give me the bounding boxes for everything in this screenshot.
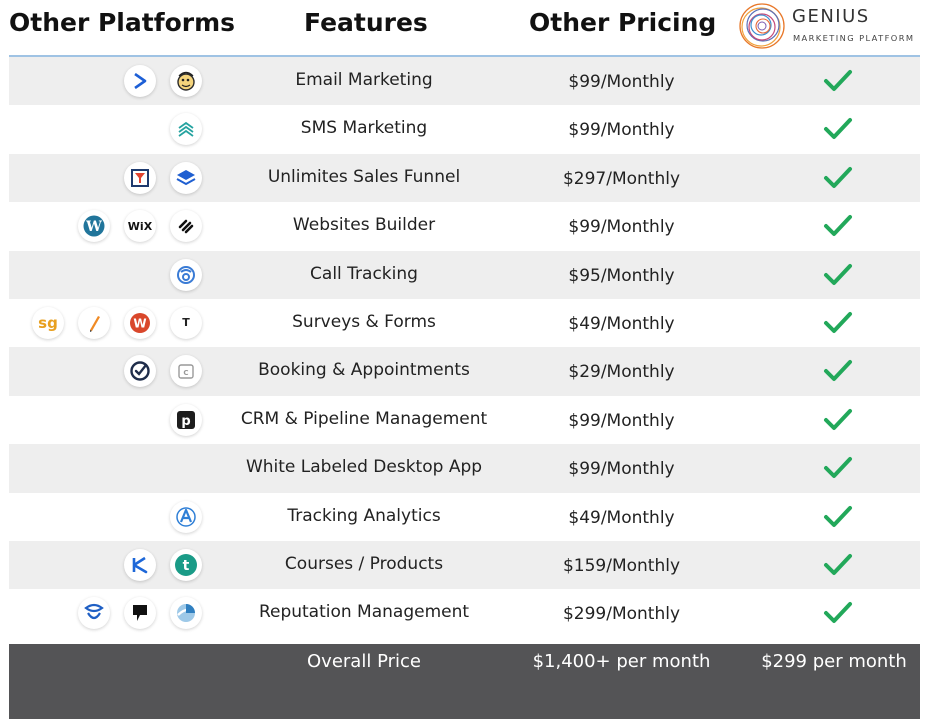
svg-text:W: W [133,316,146,330]
check-icon [824,263,852,285]
calltracking-icon [170,258,202,291]
calendly-icon: C [170,355,202,388]
table-row: W WiX Websites Builder $99/Monthly [9,202,920,250]
platform-icons: t [124,548,202,581]
teachable-icon: t [170,548,202,581]
wufoo-icon: W [124,306,156,339]
other-price: $99/Monthly [568,217,675,238]
other-total-price: $1,400+ per month [532,651,711,672]
comparison-table: Email Marketing $99/Monthly SMS Marketin… [9,57,920,638]
check-icon [824,70,852,91]
other-price: $49/Monthly [568,313,675,334]
activecampaign-icon [124,65,156,97]
check-icon [824,166,852,188]
table-row: t Courses / Products $159/Monthly [9,540,920,590]
genius-logo: GENIUS MARKETING PLATFORM [736,0,921,52]
feature-name: Websites Builder [292,215,436,236]
typeform-icon: T [170,306,202,339]
check-icon [824,311,852,333]
other-price: $159/Monthly [562,555,681,576]
svg-text:t: t [183,558,190,574]
other-price: $99/Monthly [568,410,675,431]
check-icon [824,215,852,237]
check-icon [824,118,852,140]
feature-name: Email Marketing [295,70,433,90]
other-price: $99/Monthly [568,120,675,141]
squarespace-icon [170,210,202,243]
other-price: $99/Monthly [568,459,675,480]
table-row: Unlimites Sales Funnel $297/Monthly [9,153,920,203]
kajabi-icon [124,548,156,581]
feature-name: CRM & Pipeline Management [240,408,488,429]
features-heading: Features [304,8,428,37]
feature-name: Call Tracking [310,263,418,284]
other-price: $299/Monthly [562,604,681,625]
leadpages-layers-icon [170,161,202,194]
svg-text:C: C [183,369,188,377]
check-icon [824,602,852,624]
mailchimp-icon [170,65,202,97]
clickfunnels-icon [124,161,156,194]
feature-name: Surveys & Forms [292,311,436,332]
acuity-check-icon [124,355,156,388]
genius-logo-mark-icon [739,3,785,49]
feature-name: SMS Marketing [300,118,428,139]
wordpress-icon: W [78,210,110,243]
platform-icons [170,500,202,533]
platform-icons: C [124,355,202,388]
platform-icons: W WiX [78,210,202,243]
platform-icons: sg W T [32,306,202,339]
table-row: SMS Marketing $99/Monthly [9,105,920,153]
other-price: $29/Monthly [568,362,675,383]
feature-name: Unlimites Sales Funnel [267,166,461,187]
check-icon [824,457,852,479]
logo-wordmark: GENIUS [792,6,870,27]
table-row: Call Tracking $95/Monthly [9,250,920,299]
check-icon [824,360,852,382]
platform-icons [124,65,202,97]
wix-icon: WiX [124,210,156,243]
check-icon [824,553,852,575]
table-row: C Booking & Appointments $29/Monthly [9,347,920,396]
other-price: $49/Monthly [568,507,675,528]
table-row: Email Marketing $99/Monthly [9,57,920,106]
feature-name: Booking & Appointments [258,360,470,381]
table-row: sg W T Surveys & Forms $49/Monthly [9,299,920,347]
feature-name: Reputation Management [258,602,470,623]
svg-text:p: p [181,414,190,429]
table-row: Tracking Analytics $49/Monthly [9,493,920,541]
sms-chevrons-icon [170,113,202,146]
other-platforms-heading: Other Platforms [9,8,236,37]
platform-icons [78,597,202,630]
feature-name: Tracking Analytics [287,505,441,526]
jotform-pencil-icon [78,306,110,339]
table-row: White Labeled Desktop App $99/Monthly [9,444,920,493]
logo-tagline: MARKETING PLATFORM [793,33,915,43]
overall-price-row: Overall Price $1,400+ per month $299 per… [9,644,920,719]
platform-icons [170,258,202,291]
birdeye-icon [78,597,110,630]
check-icon [824,408,852,430]
feature-name: Courses / Products [284,553,444,574]
other-price: $99/Monthly [568,72,675,92]
table-header: Other Platforms Features Other Pricing G… [0,0,928,57]
other-price: $297/Monthly [562,168,681,189]
check-icon [824,505,852,527]
reputation-icon [170,597,202,630]
svg-text:W: W [85,219,102,235]
analytics-a-icon [170,500,202,533]
other-pricing-heading: Other Pricing [529,8,717,37]
table-row: Reputation Management $299/Monthly [9,589,920,637]
feature-name: White Labeled Desktop App [245,457,483,478]
platform-icons: p [170,403,202,436]
platform-icons [124,161,202,194]
platform-icons [170,113,202,146]
surveygizmo-icon: sg [32,306,64,339]
overall-price-label: Overall Price [307,651,421,672]
other-price: $95/Monthly [568,265,675,286]
podium-icon [124,597,156,630]
table-row: p CRM & Pipeline Management $99/Monthly [9,396,920,444]
pipedrive-icon: p [170,403,202,436]
genius-total-price: $299 per month [761,651,907,672]
